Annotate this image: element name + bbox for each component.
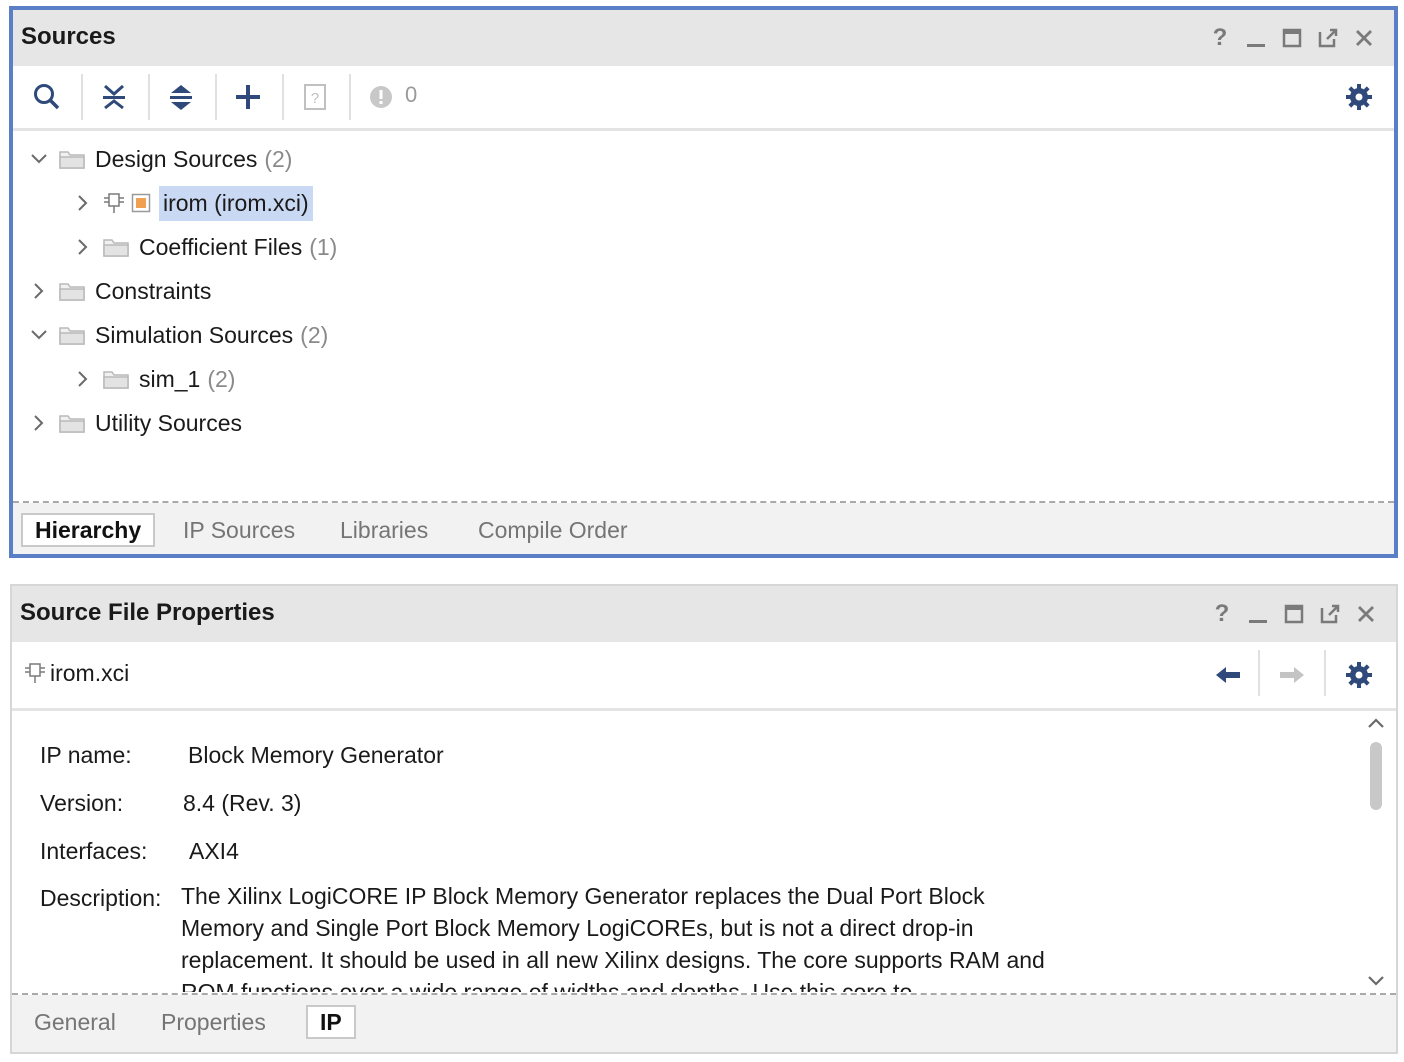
maximize-icon[interactable] bbox=[1274, 20, 1310, 56]
props-toolbar: irom.xci bbox=[12, 642, 1396, 711]
ip-name-label: IP name: bbox=[40, 742, 132, 768]
gear-icon[interactable] bbox=[1337, 654, 1381, 696]
tree-node-irom[interactable]: irom (irom.xci) bbox=[71, 184, 313, 222]
toolbar-separator bbox=[148, 74, 150, 120]
scroll-up-icon[interactable] bbox=[1366, 714, 1386, 734]
tab-libraries[interactable]: Libraries bbox=[328, 513, 440, 547]
description-label: Description: bbox=[40, 885, 162, 911]
close-icon[interactable] bbox=[1348, 596, 1384, 632]
back-arrow-icon[interactable] bbox=[1206, 654, 1250, 696]
tree-label: Design Sources bbox=[95, 145, 258, 172]
gear-icon[interactable] bbox=[1337, 76, 1381, 118]
add-icon[interactable] bbox=[226, 76, 270, 118]
unknown-file-icon[interactable]: ? bbox=[293, 76, 337, 118]
props-window-controls: ? bbox=[1204, 596, 1384, 632]
ip-properties-content: IP name: Block Memory Generator Version:… bbox=[12, 712, 1366, 992]
toolbar-separator bbox=[349, 74, 351, 120]
tree-label: Coefficient Files bbox=[139, 233, 303, 260]
folder-icon bbox=[59, 327, 85, 345]
vertical-scrollbar[interactable] bbox=[1364, 712, 1388, 992]
help-icon[interactable]: ? bbox=[1202, 20, 1238, 56]
sources-panel: Sources ? ? 0 Design Sources (2) irom (i… bbox=[9, 6, 1398, 558]
chevron-down-icon[interactable] bbox=[27, 147, 51, 171]
collapse-all-icon[interactable] bbox=[92, 76, 136, 118]
minimize-icon[interactable] bbox=[1238, 20, 1274, 56]
ip-core-icon bbox=[104, 193, 124, 213]
sources-title: Sources bbox=[21, 23, 116, 50]
svg-text:?: ? bbox=[311, 90, 319, 107]
tree-node-coefficient-files[interactable]: Coefficient Files (1) bbox=[71, 228, 337, 266]
chevron-right-icon[interactable] bbox=[27, 411, 51, 435]
warning-count: 0 bbox=[405, 82, 418, 107]
forward-arrow-icon[interactable] bbox=[1270, 654, 1314, 696]
search-icon[interactable] bbox=[25, 76, 69, 118]
tab-compile-order[interactable]: Compile Order bbox=[466, 513, 640, 547]
close-icon[interactable] bbox=[1346, 20, 1382, 56]
chevron-right-icon[interactable] bbox=[71, 191, 95, 215]
interfaces-value: AXI4 bbox=[189, 838, 239, 864]
tree-label: sim_1 bbox=[139, 365, 201, 392]
tree-count: (2) bbox=[264, 145, 293, 172]
chevron-right-icon[interactable] bbox=[71, 235, 95, 259]
tree-count: (1) bbox=[309, 233, 338, 260]
scroll-down-icon[interactable] bbox=[1366, 970, 1386, 990]
expand-all-icon[interactable] bbox=[159, 76, 203, 118]
version-label: Version: bbox=[40, 790, 124, 816]
minimize-icon[interactable] bbox=[1240, 596, 1276, 632]
source-file-properties-panel: Source File Properties ? irom.xci IP nam… bbox=[10, 584, 1398, 1054]
toolbar-separator bbox=[1324, 650, 1326, 696]
folder-icon bbox=[103, 371, 129, 389]
folder-icon bbox=[59, 415, 85, 433]
chevron-right-icon[interactable] bbox=[27, 279, 51, 303]
ip-core-icon bbox=[25, 663, 45, 683]
tree-label: Simulation Sources bbox=[95, 321, 294, 348]
selected-file-name: irom.xci bbox=[50, 660, 130, 686]
tree-label: Utility Sources bbox=[95, 409, 242, 436]
tree-node-constraints[interactable]: Constraints bbox=[27, 272, 211, 310]
folder-icon bbox=[103, 239, 129, 257]
folder-icon bbox=[59, 151, 85, 169]
toolbar-separator bbox=[81, 74, 83, 120]
tree-node-utility-sources[interactable]: Utility Sources bbox=[27, 404, 242, 442]
tree-label-selected: irom (irom.xci) bbox=[159, 185, 313, 221]
tab-ip[interactable]: IP bbox=[306, 1005, 356, 1039]
float-icon[interactable] bbox=[1312, 596, 1348, 632]
version-value: 8.4 (Rev. 3) bbox=[183, 790, 302, 816]
interfaces-label: Interfaces: bbox=[40, 838, 148, 864]
tree-node-design-sources[interactable]: Design Sources (2) bbox=[27, 140, 292, 178]
sources-titlebar: Sources ? bbox=[13, 10, 1394, 66]
chevron-right-icon[interactable] bbox=[71, 367, 95, 391]
props-tabbar: General Properties IP bbox=[12, 995, 1396, 1052]
props-title: Source File Properties bbox=[20, 599, 275, 626]
sources-tabbar: Hierarchy IP Sources Libraries Compile O… bbox=[13, 503, 1394, 554]
toolbar-separator bbox=[282, 74, 284, 120]
chevron-down-icon[interactable] bbox=[27, 323, 51, 347]
tree-node-sim-1[interactable]: sim_1 (2) bbox=[71, 360, 235, 398]
folder-icon bbox=[59, 283, 85, 301]
toolbar-separator bbox=[1258, 650, 1260, 696]
ip-status-icon bbox=[131, 193, 151, 213]
help-icon[interactable]: ? bbox=[1204, 596, 1240, 632]
scroll-thumb[interactable] bbox=[1370, 742, 1382, 810]
tree-count: (2) bbox=[300, 321, 329, 348]
toolbar-separator bbox=[215, 74, 217, 120]
float-icon[interactable] bbox=[1310, 20, 1346, 56]
tree-count: (2) bbox=[207, 365, 236, 392]
tab-properties[interactable]: Properties bbox=[149, 1005, 278, 1039]
props-titlebar: Source File Properties ? bbox=[12, 586, 1396, 642]
tree-node-simulation-sources[interactable]: Simulation Sources (2) bbox=[27, 316, 328, 354]
tab-hierarchy[interactable]: Hierarchy bbox=[21, 513, 156, 547]
maximize-icon[interactable] bbox=[1276, 596, 1312, 632]
tab-general[interactable]: General bbox=[22, 1005, 128, 1039]
ip-name-value: Block Memory Generator bbox=[188, 742, 444, 768]
sources-toolbar: ? 0 bbox=[13, 66, 1394, 131]
tree-label: Constraints bbox=[95, 277, 212, 304]
warning-icon[interactable] bbox=[359, 76, 403, 118]
description-value: The Xilinx LogiCORE IP Block Memory Gene… bbox=[181, 883, 1045, 992]
tab-ip-sources[interactable]: IP Sources bbox=[171, 513, 307, 547]
sources-window-controls: ? bbox=[1202, 20, 1382, 56]
